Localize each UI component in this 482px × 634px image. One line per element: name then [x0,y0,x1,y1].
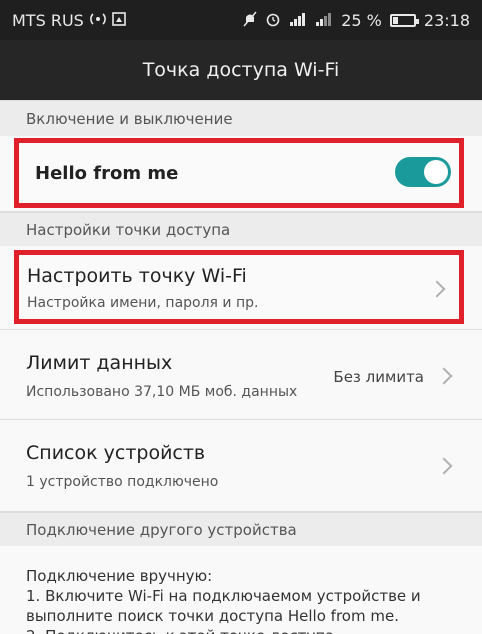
signal-icon [289,12,307,29]
manual-line-1: Подключение вручную: [26,567,213,585]
section-title-hotspot-settings: Настройки точки доступа [26,220,231,239]
configure-wifi-row[interactable]: Настроить точку Wi-Fi Настройка имени, п… [14,250,464,324]
alarm-icon [265,11,281,30]
section-header-other-device: Подключение другого устройства [0,512,482,546]
hotspot-name: Hello from me [35,162,179,184]
device-list-title: Список устройств [26,442,206,464]
manual-line-3: выполните поиск точки доступа Hello from… [26,607,399,625]
clock: 23:18 [423,10,470,30]
hotspot-toggle-switch[interactable] [395,157,451,187]
section-title-power: Включение и выключение [26,109,233,128]
manual-line-2: 1. Включите Wi-Fi на подключаемом устрой… [26,587,421,605]
chevron-right-icon [435,457,453,475]
section-header-hotspot-settings: Настройки точки доступа [0,212,482,246]
device-list-row[interactable]: Список устройств 1 устройство подключено [0,420,482,512]
screenshot-icon [112,11,126,29]
data-limit-value: Без лимита [333,368,424,386]
device-list-subtitle: 1 устройство подключено [26,474,219,490]
data-limit-subtitle: Использовано 37,10 МБ моб. данных [26,384,298,400]
hotspot-toggle-row[interactable]: Hello from me [14,138,464,208]
section-title-other-device: Подключение другого устройства [26,520,297,539]
signal-icon [315,12,333,29]
manual-line-4: 2. Подключитесь к этой точке доступа [26,626,334,634]
chevron-right-icon [435,367,453,385]
manual-connection-area: Подключение вручную: 1. Включите Wi-Fi н… [0,546,482,634]
title-bar: Точка доступа Wi-Fi [0,40,482,100]
configure-wifi-title: Настроить точку Wi-Fi [27,265,247,287]
battery-percent: 25 % [341,10,382,30]
data-limit-row[interactable]: Лимит данных Использовано 37,10 МБ моб. … [0,330,482,420]
page-title: Точка доступа Wi-Fi [142,59,340,81]
wifi-hotspot-icon [89,12,106,29]
battery-icon [389,13,419,27]
chevron-right-icon [428,280,446,298]
battery-fill [392,16,399,24]
mute-icon [243,11,257,30]
toggle-knob [424,160,448,184]
configure-wifi-subtitle: Настройка имени, пароля и пр. [27,295,259,311]
status-bar: MTS RUS 25 % 23:18 [0,0,482,40]
carrier-label: MTS RUS [12,10,84,30]
data-limit-title: Лимит данных [26,352,173,374]
section-header-power: Включение и выключение [0,100,482,136]
